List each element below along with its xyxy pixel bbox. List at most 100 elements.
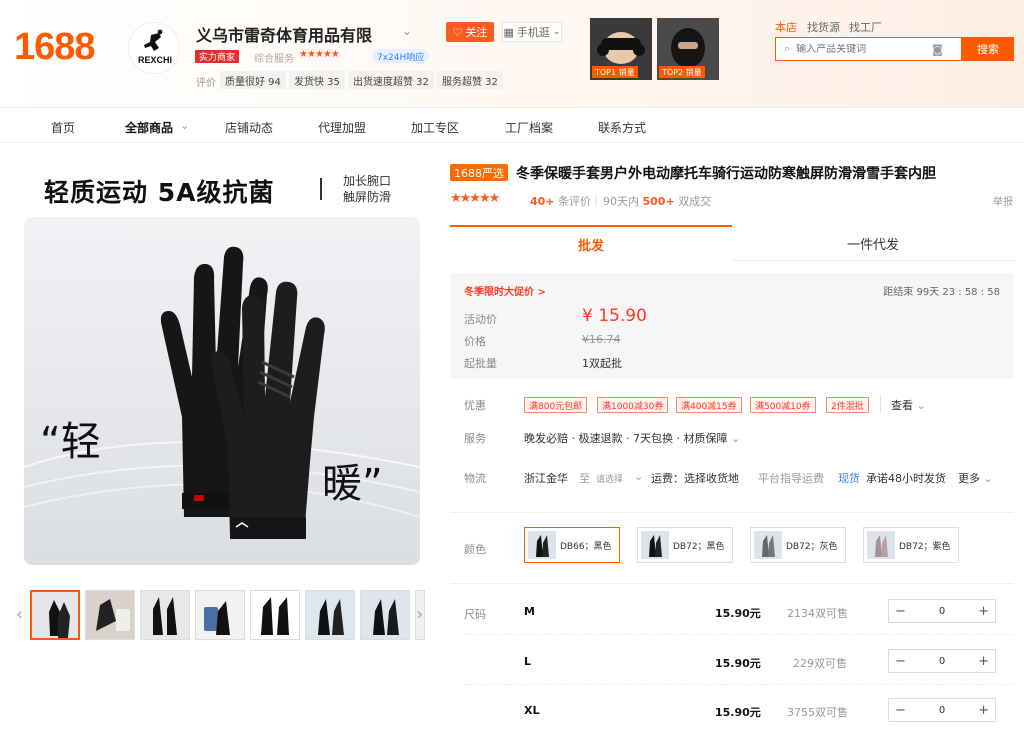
divider: |: [594, 193, 598, 206]
chevron-right-icon[interactable]: ›: [416, 604, 423, 625]
sales-count: 500+: [642, 195, 675, 208]
color-swatch: [528, 531, 556, 559]
coupon-tag[interactable]: 满800元包邮: [524, 397, 588, 413]
shop-logo[interactable]: REXCHI: [128, 22, 180, 74]
size-name: XL: [524, 704, 540, 717]
glove-swatch-black: [641, 531, 669, 559]
color-swatch: [641, 531, 669, 559]
mobile-browse-button[interactable]: ▦ 手机逛 ⌄: [502, 22, 562, 42]
search-input[interactable]: [796, 43, 927, 55]
color-option[interactable]: DB72；灰色: [750, 527, 846, 563]
product-info: 1688严选 冬季保暖手套男户外电动摩托车骑行运动防寒触屏防滑滑雪手套内胆 ★★…: [450, 143, 1015, 743]
plus-button[interactable]: +: [978, 604, 989, 619]
divider: [464, 684, 1014, 685]
power-merchant-badge: 实力商家: [195, 50, 240, 63]
minus-button[interactable]: −: [895, 654, 906, 669]
shipping-fee: 运费：选择收货地: [651, 472, 739, 485]
activity-price-label: 活动价: [464, 313, 497, 326]
chevron-left-icon[interactable]: ‹: [16, 604, 23, 625]
coupon-more[interactable]: 查看 ⌄: [891, 397, 926, 413]
search-button[interactable]: 搜索: [962, 37, 1014, 61]
coupon-tag[interactable]: 满400减15券: [676, 397, 742, 413]
plus-button[interactable]: +: [978, 703, 989, 718]
gloves-image: [24, 246, 420, 539]
product-stars: ★★★★★: [450, 191, 500, 206]
top-product-2[interactable]: TOP2 销量: [657, 18, 719, 80]
response-badge: 7x24H响应: [372, 49, 430, 63]
thumbnail-strip: ‹ ›: [14, 590, 430, 640]
top-product-1[interactable]: TOP1 销量: [590, 18, 652, 80]
divider: [880, 395, 881, 413]
platform-fee-link[interactable]: 平台指导运费: [758, 470, 824, 486]
color-label: 颜色: [464, 543, 486, 556]
color-option[interactable]: DB72；紫色: [863, 527, 959, 563]
search-tab-source[interactable]: 找货源: [807, 19, 840, 35]
thumbnail[interactable]: [360, 590, 410, 640]
quantity-value[interactable]: 0: [939, 656, 945, 667]
slogan-sub-1: 加长腕口: [343, 174, 392, 188]
thumbnail[interactable]: [85, 590, 135, 640]
color-option-label: DB72；紫色: [899, 541, 951, 552]
chevron-down-icon: ⌄: [916, 399, 926, 412]
nav-home[interactable]: 首页: [51, 119, 75, 136]
thumbnail[interactable]: [195, 590, 245, 640]
main-product-image[interactable]: [24, 217, 420, 565]
promo-title[interactable]: 冬季限时大促价 >: [464, 283, 546, 298]
chevron-down-icon: ⌄: [552, 27, 561, 37]
nav-contact[interactable]: 联系方式: [598, 119, 646, 136]
sales-info: 90天内 500+ 双成交: [603, 193, 711, 209]
sales-prefix: 90天内: [603, 195, 639, 208]
chevron-down-icon[interactable]: ⌄: [180, 119, 189, 132]
thumbnail[interactable]: [30, 590, 80, 640]
glove-swatch-purple: [867, 531, 895, 559]
follow-button[interactable]: ♡ 关注: [446, 22, 494, 42]
gloves-thumb: [306, 591, 354, 639]
color-option[interactable]: DB72；黑色: [637, 527, 733, 563]
review-count[interactable]: 40+ 条评价: [530, 193, 591, 209]
quantity-value[interactable]: 0: [939, 606, 945, 617]
report-link[interactable]: 举报: [993, 193, 1013, 208]
quantity-value[interactable]: 0: [939, 705, 945, 716]
nav-processing[interactable]: 加工专区: [411, 119, 459, 136]
gallery-slogan-sub: 加长腕口 触屏防滑: [343, 173, 391, 205]
slogan-divider: [320, 178, 322, 200]
gloves-thumb: [32, 592, 78, 638]
chevron-down-icon[interactable]: ⌄: [634, 470, 643, 483]
chevron-down-icon[interactable]: ⌄: [402, 24, 412, 38]
rating-tag: 出货速度超赞 32: [348, 71, 434, 89]
shop-name[interactable]: 义乌市雷奇体育用品有限: [196, 22, 372, 46]
coupon-tag[interactable]: 2件混批: [826, 397, 869, 413]
thumbnail[interactable]: [305, 590, 355, 640]
plus-button[interactable]: +: [978, 654, 989, 669]
thumbnail[interactable]: [250, 590, 300, 640]
site-logo[interactable]: 1688: [14, 26, 96, 69]
search-tab-store[interactable]: 本店: [775, 19, 797, 35]
size-price: 15.90元: [715, 607, 761, 620]
size-price: 15.90元: [715, 706, 761, 719]
glove-swatch-black: [528, 531, 556, 559]
countdown-value: 99天 23 : 58 : 58: [916, 287, 1000, 298]
tab-dropship[interactable]: 一件代发: [732, 227, 1014, 261]
thumbnail[interactable]: [140, 590, 190, 640]
minus-button[interactable]: −: [895, 703, 906, 718]
rating-tag: 发货快 35: [289, 71, 345, 89]
search-tab-factory[interactable]: 找工厂: [849, 19, 882, 35]
nav-store-news[interactable]: 店铺动态: [225, 119, 273, 136]
tab-wholesale[interactable]: 批发: [450, 225, 732, 261]
nav-agency[interactable]: 代理加盟: [318, 119, 366, 136]
color-option[interactable]: DB66；黑色: [524, 527, 620, 563]
service-text: 晚发必赔 · 极速退款 · 7天包换 · 材质保障: [524, 432, 728, 445]
nav-all-products[interactable]: 全部商品: [125, 119, 173, 136]
size-price: 15.90元: [715, 657, 761, 670]
gloves-thumb: [196, 591, 244, 639]
review-count-value: 40+: [530, 195, 555, 208]
camera-icon[interactable]: ◙: [932, 43, 943, 56]
logistics-more[interactable]: 更多 ⌄: [958, 470, 993, 486]
nav-factory-profile[interactable]: 工厂档案: [505, 119, 553, 136]
address-select[interactable]: 请选择: [596, 472, 623, 485]
coupon-tag[interactable]: 满1000减30券: [597, 397, 669, 413]
quantity-stepper: − 0 +: [888, 599, 996, 623]
coupon-tag[interactable]: 满500减10券: [750, 397, 816, 413]
minus-button[interactable]: −: [895, 604, 906, 619]
service-guarantees[interactable]: 晚发必赔 · 极速退款 · 7天包换 · 材质保障 ⌄: [524, 430, 740, 446]
